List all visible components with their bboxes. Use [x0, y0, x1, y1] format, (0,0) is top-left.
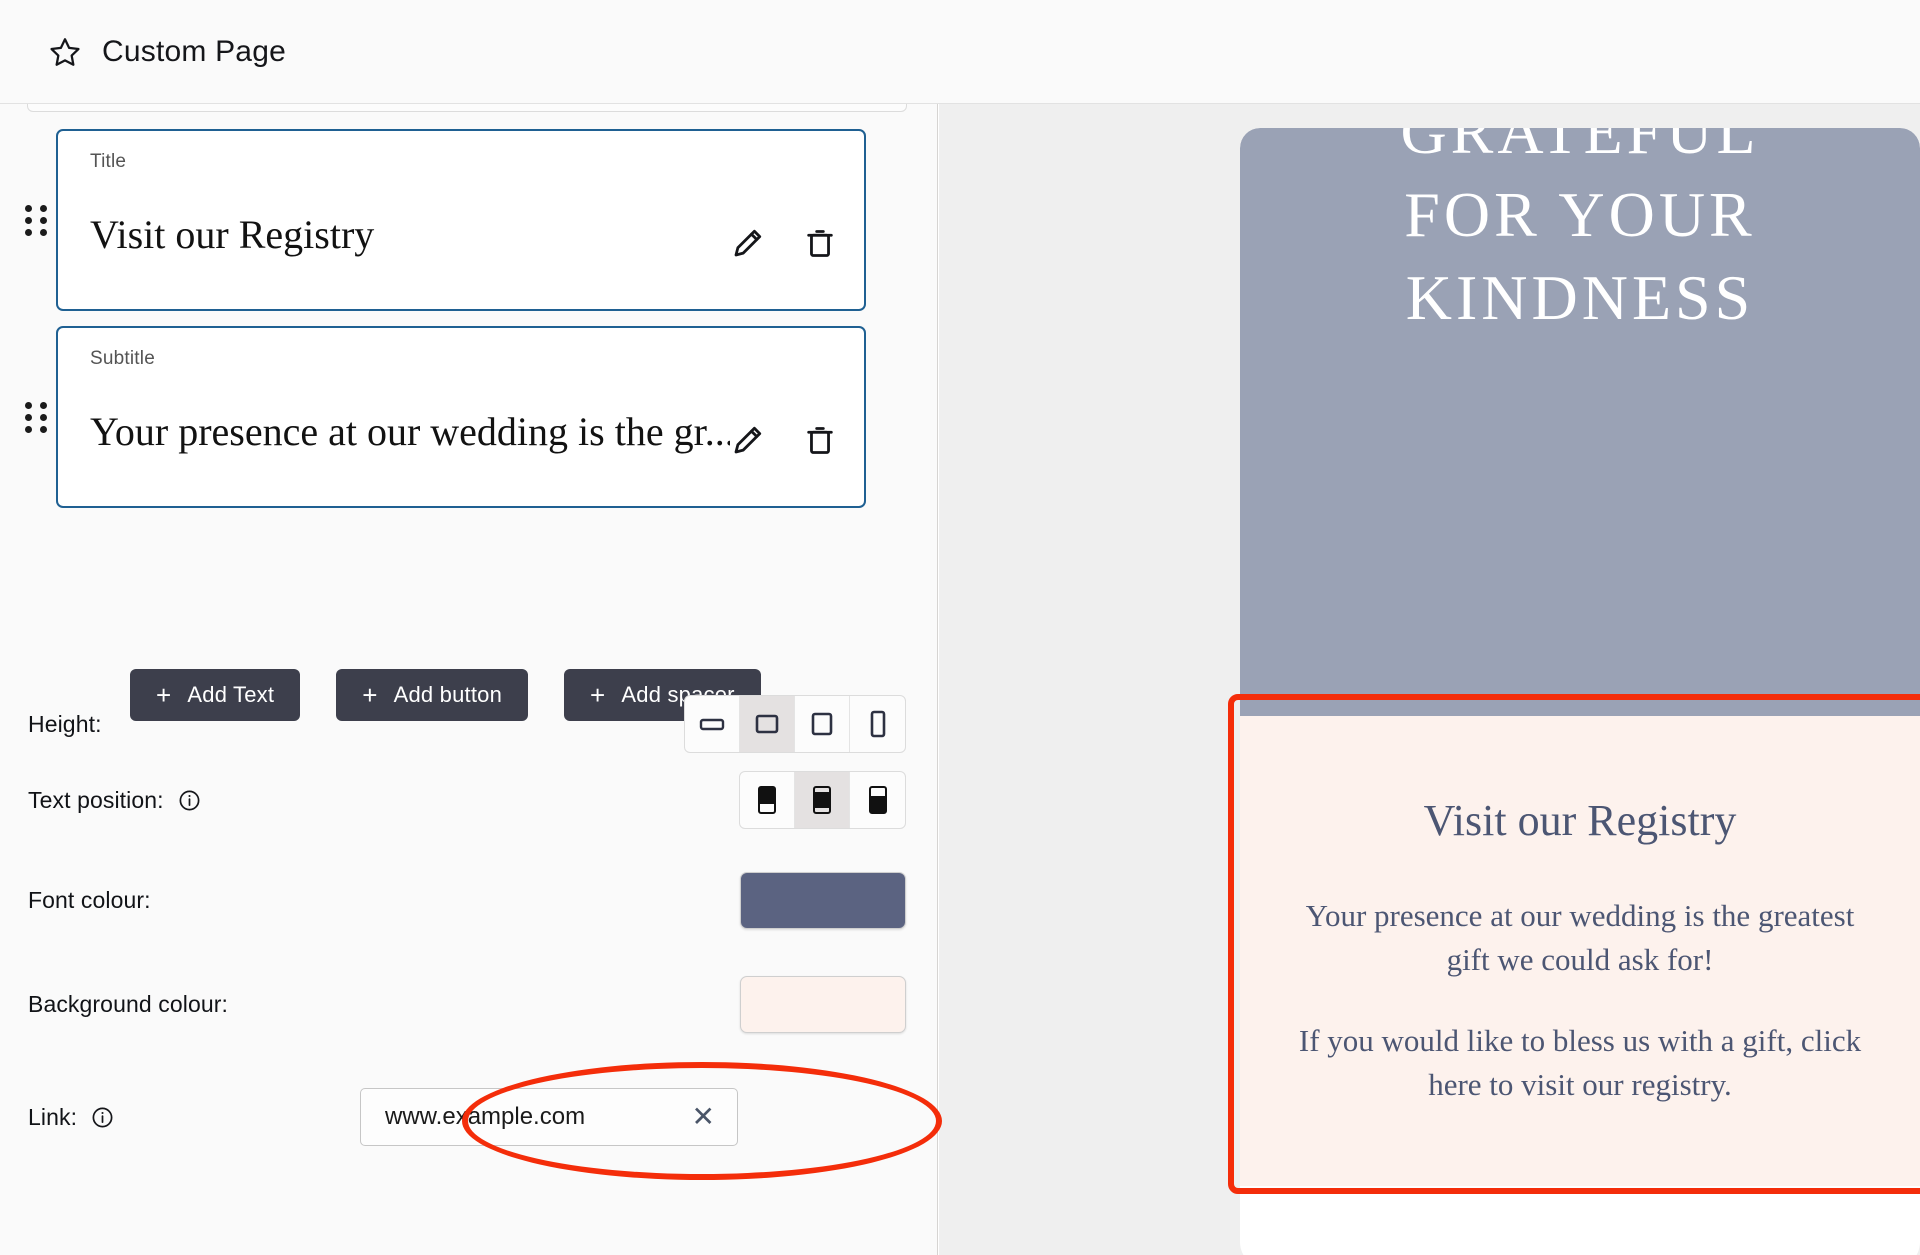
height-setting-row: Height:	[28, 694, 906, 754]
preview-promo-section: Visit our Registry Your presence at our …	[1240, 716, 1920, 1186]
block-actions	[732, 424, 836, 456]
subtitle-block-card[interactable]: Subtitle Your presence at our wedding is…	[56, 326, 866, 508]
preview-device-footer	[1240, 1186, 1920, 1255]
hero-line: FOR YOUR	[1404, 179, 1756, 251]
block-value: Your presence at our wedding is the gr..…	[90, 409, 730, 454]
font-colour-setting-row: Font colour:	[28, 870, 906, 930]
pencil-icon[interactable]	[732, 424, 764, 456]
hero-line: GRATEFUL	[1400, 128, 1760, 167]
height-label: Height:	[28, 710, 102, 737]
editor-panel: Title Visit our Registry Subtitle Your p…	[0, 104, 938, 1255]
height-segmented-control	[684, 695, 906, 753]
block-actions	[732, 227, 836, 259]
close-x-icon[interactable]: ✕	[692, 1103, 715, 1131]
link-input-wrapper[interactable]: ✕	[360, 1088, 738, 1146]
height-option-extra-tall[interactable]	[850, 696, 905, 752]
background-colour-swatch[interactable]	[740, 975, 906, 1033]
text-position-setting-row: Text position:	[28, 770, 906, 830]
block-label: Subtitle	[90, 348, 155, 369]
block-row: Title Visit our Registry	[16, 129, 866, 311]
drag-handle-icon[interactable]	[16, 200, 56, 240]
drag-handle-icon[interactable]	[16, 397, 56, 437]
hero-line: KINDNESS	[1405, 262, 1755, 334]
title-block-card[interactable]: Title Visit our Registry	[56, 129, 866, 311]
link-label-text: Link:	[28, 1103, 78, 1130]
trash-icon[interactable]	[804, 424, 836, 456]
promo-paragraph: Your presence at our wedding is the grea…	[1305, 898, 1855, 978]
page-title: Custom Page	[102, 34, 286, 68]
link-label: Link:	[28, 1104, 114, 1131]
text-position-option-middle[interactable]	[795, 772, 850, 828]
trash-icon[interactable]	[804, 227, 836, 259]
text-position-option-bottom[interactable]	[850, 772, 905, 828]
height-option-short[interactable]	[685, 696, 740, 752]
font-colour-label: Font colour:	[28, 886, 151, 913]
text-position-segmented-control	[739, 771, 906, 829]
info-circle-icon[interactable]	[178, 789, 201, 812]
block-label: Title	[90, 151, 127, 172]
pencil-icon[interactable]	[732, 227, 764, 259]
link-setting-row: Link: ✕	[28, 1087, 906, 1147]
font-colour-swatch[interactable]	[740, 871, 906, 929]
preview-hero-section: GRATEFUL FOR YOUR KINDNESS	[1240, 128, 1920, 716]
scrolled-block-edge	[27, 104, 907, 112]
promo-title: Visit our Registry	[1423, 796, 1737, 846]
height-option-medium[interactable]	[740, 696, 795, 752]
background-colour-label: Background colour:	[28, 990, 228, 1017]
block-row: Subtitle Your presence at our wedding is…	[16, 326, 866, 508]
promo-paragraph: If you would like to bless us with a gif…	[1298, 1022, 1862, 1102]
page-header: Custom Page	[0, 0, 1920, 104]
text-position-label: Text position:	[28, 787, 201, 814]
preview-device: GRATEFUL FOR YOUR KINDNESS Visit our Reg…	[1240, 128, 1920, 1255]
background-colour-setting-row: Background colour:	[28, 974, 906, 1034]
block-value: Visit our Registry	[90, 212, 375, 257]
text-position-option-top[interactable]	[740, 772, 795, 828]
link-input[interactable]	[385, 1103, 645, 1131]
height-option-tall[interactable]	[795, 696, 850, 752]
info-circle-icon[interactable]	[91, 1106, 114, 1129]
star-outline-icon	[48, 35, 82, 69]
text-position-label-text: Text position:	[28, 786, 164, 813]
app-root: Custom Page Title Visit our Registry Sub…	[0, 0, 1920, 1255]
